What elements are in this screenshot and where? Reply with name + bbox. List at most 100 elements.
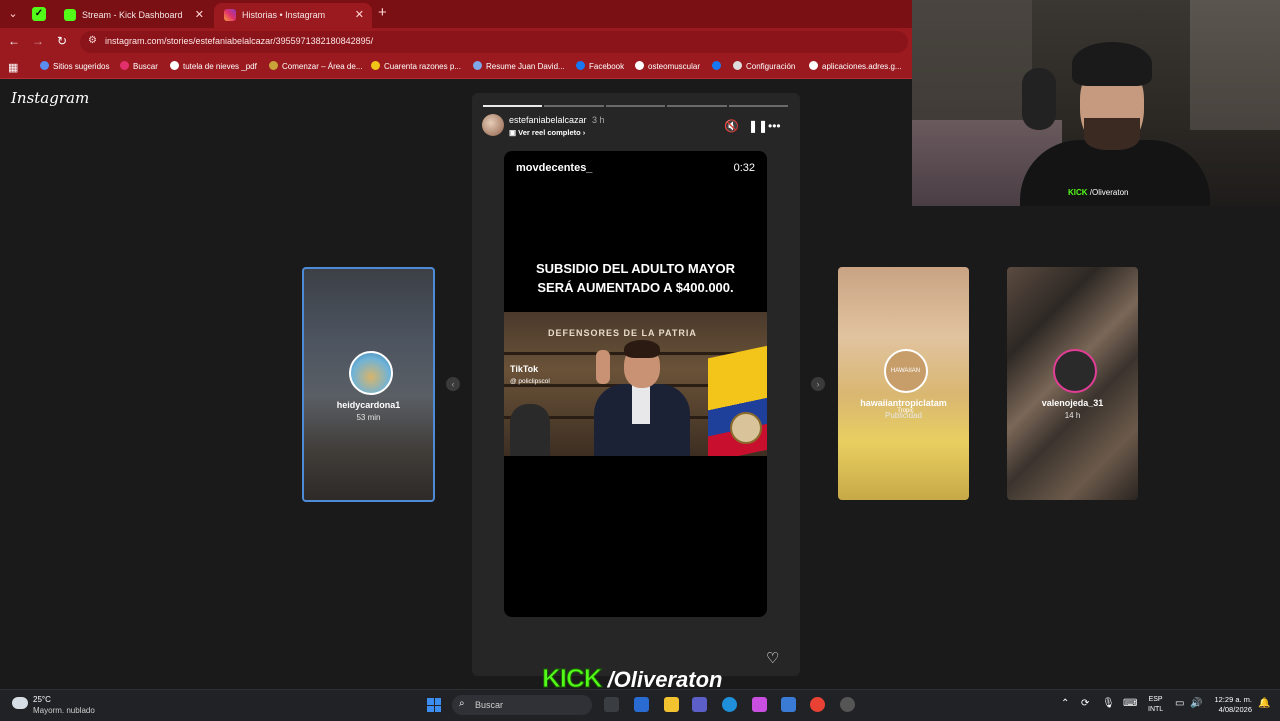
preview-username: hawaiiantropiclatam bbox=[860, 398, 947, 408]
sync-icon[interactable]: ⟳ bbox=[1081, 698, 1089, 709]
webcam-kick-tag: KICK /Oliveraton bbox=[1068, 188, 1129, 197]
volume-icon[interactable]: 🔊 bbox=[1190, 698, 1202, 709]
windows-taskbar: 25°C Mayorm. nublado ⌕ Buscar ⌃ ⟳ 🎙 ⌨ ES… bbox=[0, 689, 1280, 721]
kick-icon bbox=[64, 9, 76, 21]
avatar bbox=[348, 351, 393, 395]
reload-icon[interactable]: ↻ bbox=[54, 34, 70, 48]
forward-icon[interactable]: → bbox=[30, 34, 46, 48]
obs-icon[interactable] bbox=[840, 697, 855, 712]
progress-segment bbox=[483, 105, 542, 107]
bookmarks-bar: ▦ Sitios sugeridos Buscar tutela de niev… bbox=[0, 56, 912, 79]
weather-temperature[interactable]: 25°C bbox=[33, 695, 51, 704]
cloud-icon[interactable] bbox=[12, 697, 28, 709]
like-heart-icon[interactable]: ♡ bbox=[766, 649, 779, 667]
notifications-bell-icon[interactable]: 🔔 bbox=[1258, 698, 1270, 709]
chrome-icon[interactable] bbox=[810, 697, 825, 712]
progress-segment bbox=[667, 105, 727, 107]
avatar: HAWAIIAN Tropic bbox=[883, 349, 928, 414]
edge-icon[interactable] bbox=[722, 697, 737, 712]
apps-grid-icon[interactable]: ▦ bbox=[8, 61, 18, 74]
bookmark-item[interactable]: Resume Juan David... bbox=[473, 61, 565, 71]
sign-interpreter bbox=[510, 404, 550, 456]
store-icon[interactable] bbox=[634, 697, 649, 712]
microphone-icon[interactable]: 🎙 bbox=[1102, 698, 1115, 709]
input-language[interactable]: ESP INTL bbox=[1148, 695, 1163, 715]
story-video[interactable]: movdecentes_ 0:32 SUBSIDIO DEL ADULTO MA… bbox=[504, 151, 767, 617]
url-text: instagram.com/stories/estefaniabelalcaza… bbox=[105, 36, 374, 46]
story-preview-valenojeda_31[interactable]: valenojeda_31 14 h bbox=[1007, 267, 1138, 500]
tab-kick-dashboard[interactable]: Stream - Kick Dashboard ✕ bbox=[54, 3, 212, 28]
video-duration: 0:32 bbox=[733, 162, 755, 174]
tab-title: Stream - Kick Dashboard bbox=[82, 10, 183, 20]
system-clock[interactable]: 12:29 a. m. 4/08/2026 bbox=[1206, 695, 1252, 715]
avatar[interactable] bbox=[482, 114, 504, 136]
webcam-overlay: KICK /Oliveraton bbox=[912, 0, 1280, 206]
outlook-icon[interactable] bbox=[781, 697, 796, 712]
preview-username: heidycardona1 bbox=[336, 400, 401, 410]
tab-title: Historias • Instagram bbox=[242, 10, 326, 20]
preview-username: valenojeda_31 bbox=[1041, 398, 1104, 408]
site-info-icon[interactable]: ⚙ bbox=[88, 35, 97, 46]
bookmark-item[interactable]: Facebook bbox=[576, 61, 624, 71]
progress-segment bbox=[729, 105, 788, 107]
progress-segment bbox=[606, 105, 665, 107]
link-icon bbox=[269, 61, 278, 70]
instagram-logo[interactable]: Instagram bbox=[11, 89, 89, 107]
facebook-icon bbox=[712, 61, 721, 70]
resume-icon bbox=[473, 61, 482, 70]
story-preview-heidycardona1[interactable]: heidycardona1 53 min bbox=[302, 267, 435, 502]
close-tab-icon[interactable]: ✕ bbox=[355, 3, 364, 28]
teams-icon[interactable] bbox=[692, 697, 707, 712]
story-username[interactable]: estefaniabelalcazar bbox=[509, 115, 587, 125]
file-explorer-icon[interactable] bbox=[664, 697, 679, 712]
bookmark-item[interactable]: Comenzar – Área de... bbox=[269, 61, 362, 71]
copilot-icon[interactable] bbox=[752, 697, 767, 712]
bookmark-facebook-icon[interactable] bbox=[712, 61, 725, 71]
more-options-icon[interactable]: ••• bbox=[768, 119, 781, 133]
bookmark-item[interactable]: Configuración bbox=[733, 61, 795, 71]
bookmark-item[interactable]: tutela de nieves _pdf bbox=[170, 61, 257, 71]
network-icon[interactable]: ▭ bbox=[1175, 698, 1184, 709]
story-viewer: estefaniabelalcazar 3 h ▣ Ver reel compl… bbox=[472, 93, 800, 676]
pinned-tab-icon[interactable]: ✓ bbox=[32, 7, 46, 21]
bookmark-item[interactable]: aplicaciones.adres.g... bbox=[809, 61, 902, 71]
weather-description[interactable]: Mayorm. nublado bbox=[33, 706, 95, 715]
next-story-icon[interactable]: › bbox=[811, 377, 825, 391]
bookmark-item[interactable]: Sitios sugeridos bbox=[40, 61, 109, 71]
taskbar-search[interactable]: ⌕ Buscar bbox=[452, 695, 592, 715]
search-icon: ⌕ bbox=[459, 698, 465, 709]
close-tab-icon[interactable]: ✕ bbox=[195, 3, 204, 28]
preview-sponsored: Publicidad bbox=[885, 411, 922, 420]
story-preview-hawaiiantropiclatam[interactable]: HAWAIIAN Tropic hawaiiantropiclatam Publ… bbox=[838, 267, 969, 500]
new-tab-button[interactable]: + bbox=[378, 4, 387, 21]
globe-icon bbox=[635, 61, 644, 70]
video-username: movdecentes_ bbox=[516, 162, 593, 174]
tab-search-chevron-icon[interactable]: ⌄ bbox=[4, 5, 22, 23]
address-bar[interactable]: ⚙ instagram.com/stories/estefaniabelalca… bbox=[80, 31, 908, 53]
previous-story-icon[interactable]: ‹ bbox=[446, 377, 460, 391]
bookmark-item[interactable]: Buscar bbox=[120, 61, 158, 71]
bookmark-item[interactable]: osteomuscular bbox=[635, 61, 700, 71]
app-icon bbox=[40, 61, 49, 70]
story-time: 3 h bbox=[592, 115, 605, 125]
tab-instagram-stories[interactable]: Historias • Instagram ✕ bbox=[214, 3, 372, 28]
keyboard-icon[interactable]: ⌨ bbox=[1123, 698, 1137, 709]
tiktok-handle: @ policlipscol bbox=[510, 378, 550, 385]
view-full-reel-link[interactable]: ▣ Ver reel completo › bbox=[509, 128, 585, 137]
instagram-icon bbox=[120, 61, 129, 70]
preview-time: 53 min bbox=[356, 413, 381, 422]
pin-icon bbox=[371, 61, 380, 70]
show-hidden-icons-icon[interactable]: ⌃ bbox=[1061, 698, 1069, 709]
globe-icon bbox=[809, 61, 818, 70]
reel-icon: ▣ bbox=[509, 128, 519, 137]
windows-start-icon[interactable] bbox=[427, 698, 441, 712]
preview-time: 14 h bbox=[1064, 411, 1081, 420]
microphone bbox=[1022, 68, 1056, 130]
task-view-icon[interactable] bbox=[604, 697, 619, 712]
mute-icon[interactable]: 🔇 bbox=[724, 119, 739, 133]
bookmark-item[interactable]: Cuarenta razones p... bbox=[371, 61, 461, 71]
progress-segment bbox=[544, 105, 604, 107]
back-icon[interactable]: ← bbox=[6, 34, 22, 48]
instagram-icon bbox=[224, 9, 236, 21]
pause-icon[interactable]: ❚❚ bbox=[748, 119, 768, 133]
